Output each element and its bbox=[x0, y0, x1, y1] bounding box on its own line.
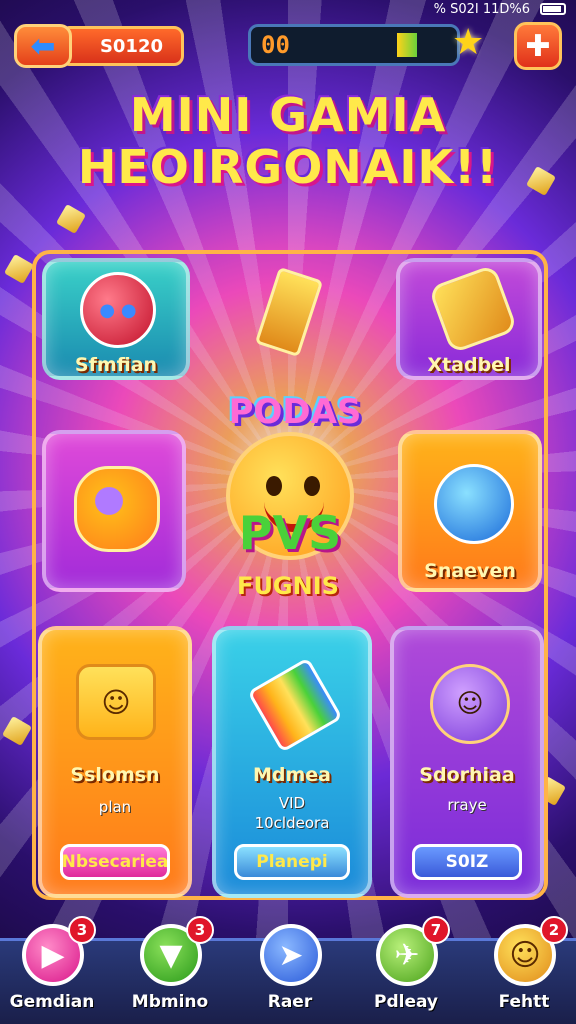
battery-icon bbox=[540, 3, 566, 15]
card-sub: rraye bbox=[447, 796, 487, 814]
card-label: Sfmfian bbox=[74, 354, 158, 376]
coin-value: S0120 bbox=[99, 35, 163, 57]
arrow-icon: ➤ bbox=[260, 924, 322, 986]
level-progress-bar: 00 bbox=[248, 24, 460, 66]
notification-badge: 3 bbox=[68, 916, 96, 944]
gem-icon bbox=[3, 253, 35, 285]
game-title-line1: MINI GAMIA bbox=[129, 88, 447, 142]
box-face-icon: ☺ bbox=[76, 664, 156, 740]
eye-icon bbox=[304, 476, 320, 496]
star-icon: ★ bbox=[452, 22, 485, 63]
dots-icon: ● ● bbox=[99, 299, 137, 321]
card-mid-right[interactable]: Snaeven bbox=[398, 430, 542, 592]
purple-creature-icon: ☺ bbox=[430, 664, 510, 744]
card-bottom-right[interactable]: ☺ Sdorhiaa rraye S0IZ bbox=[390, 626, 544, 898]
progress-fill bbox=[397, 33, 417, 57]
game-title-line2: HEOIRGONAIK!! bbox=[77, 140, 499, 194]
card-mid-left[interactable] bbox=[42, 430, 186, 592]
back-button[interactable]: ⬅ bbox=[14, 24, 72, 68]
status-bar: % S02I 11D%6 bbox=[434, 0, 566, 18]
gem-icon bbox=[1, 715, 33, 747]
nav-label: Fehtt bbox=[498, 992, 550, 1012]
ball-icon: ● ● bbox=[80, 272, 156, 348]
card-label: Snaeven bbox=[424, 560, 516, 582]
smile-icon: ☺ bbox=[456, 689, 484, 719]
card-top-left[interactable]: ● ● Sfmfian bbox=[42, 258, 190, 380]
card-sub: VID bbox=[278, 794, 306, 812]
eye-icon bbox=[266, 476, 282, 496]
card-label: Xtadbel bbox=[427, 354, 511, 376]
feature-word: PVS bbox=[238, 506, 342, 560]
nav-item-raer[interactable]: ➤ Raer bbox=[242, 920, 338, 1020]
nav-item-pdleay[interactable]: ✈ 7 Pdleay bbox=[358, 916, 454, 1020]
gem-icon bbox=[55, 203, 87, 235]
nav-item-fehtt[interactable]: ☺ 2 Fehtt bbox=[476, 916, 572, 1020]
feature-title: PODAS bbox=[228, 392, 362, 432]
card-action-button[interactable]: Nbsecariea bbox=[60, 844, 170, 880]
nav-item-mbmino[interactable]: ▼ 3 Mbmino bbox=[122, 916, 218, 1020]
card-label: Sdorhiaa bbox=[419, 764, 515, 786]
button-label: Planepi bbox=[256, 852, 328, 872]
candy-icon bbox=[434, 464, 514, 544]
smile-icon: ☺ bbox=[101, 685, 131, 719]
card-top-right[interactable]: Xtadbel bbox=[396, 258, 542, 380]
nav-label: Pdleay bbox=[373, 992, 438, 1012]
nav-item-gemdian[interactable]: ▶ 3 Gemdian bbox=[4, 916, 100, 1020]
progress-value: 00 bbox=[261, 31, 290, 59]
status-text: % S02I 11D%6 bbox=[433, 1, 530, 17]
button-label: S0IZ bbox=[445, 852, 489, 872]
rainbow-block-icon bbox=[247, 657, 343, 753]
plus-icon: ✚ bbox=[525, 28, 551, 64]
card-bottom-center[interactable]: Mdmea VID 10cldeora Planepi bbox=[212, 626, 372, 898]
notification-badge: 2 bbox=[540, 916, 568, 944]
creature-icon bbox=[74, 466, 160, 552]
button-label: Nbsecariea bbox=[61, 852, 169, 872]
notification-badge: 3 bbox=[186, 916, 214, 944]
coin-counter: S0120 bbox=[60, 26, 184, 66]
nav-label: Raer bbox=[267, 992, 313, 1012]
card-label: Sslomsn bbox=[70, 764, 160, 786]
card-action-button[interactable]: Planepi bbox=[234, 844, 350, 880]
card-action-button[interactable]: S0IZ bbox=[412, 844, 522, 880]
notification-badge: 7 bbox=[422, 916, 450, 944]
gold-bar-icon bbox=[428, 264, 518, 354]
card-bottom-left[interactable]: ☺ Sslomsn plan Nbsecariea bbox=[38, 626, 192, 898]
add-button[interactable]: ✚ bbox=[514, 22, 562, 70]
card-label: Mdmea bbox=[252, 764, 331, 786]
card-sub: 10cldeora bbox=[254, 814, 330, 832]
nav-label: Mbmino bbox=[131, 992, 209, 1012]
card-sub: plan bbox=[98, 798, 132, 816]
back-arrow-icon: ⬅ bbox=[30, 28, 56, 64]
feature-subtitle: FUGNIS bbox=[237, 572, 339, 600]
nav-label: Gemdian bbox=[9, 992, 95, 1012]
